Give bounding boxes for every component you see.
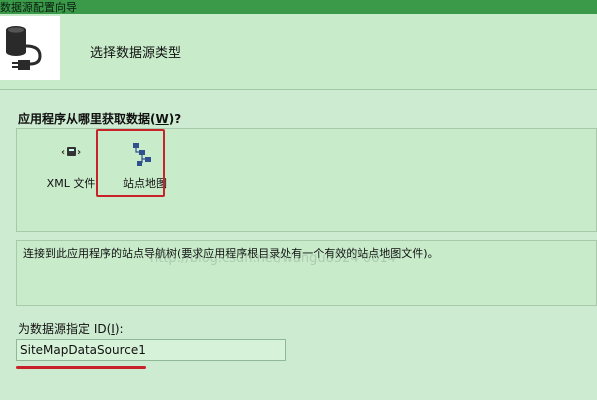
window-title: 数据源配置向导: [0, 1, 77, 14]
source-question-suffix: )?: [168, 112, 182, 126]
svg-text:‹: ‹: [61, 147, 65, 158]
source-question-label: 应用程序从哪里获取数据(W)?: [18, 110, 181, 127]
source-description: 连接到此应用程序的站点导航树(要求应用程序根目录处有一个有效的站点地图文件)。: [23, 247, 439, 260]
source-item-sitemap[interactable]: 站点地图: [113, 137, 177, 197]
source-question-accesskey: W: [155, 112, 169, 126]
xml-file-icon: ‹ ›: [39, 141, 103, 167]
source-item-label: 站点地图: [123, 177, 167, 190]
datasource-id-input[interactable]: [16, 339, 286, 361]
database-plug-icon: [0, 16, 60, 80]
title-bar: 数据源配置向导: [0, 0, 597, 14]
source-question-text: 应用程序从哪里获取数据(: [18, 112, 156, 126]
source-description-box: 连接到此应用程序的站点导航树(要求应用程序根目录处有一个有效的站点地图文件)。: [16, 240, 597, 306]
data-source-list[interactable]: ‹ › XML 文件 站点地图: [16, 128, 597, 232]
source-item-xml[interactable]: ‹ › XML 文件: [39, 137, 103, 197]
wizard-header: 选择数据源类型: [0, 14, 597, 90]
site-map-icon: [113, 141, 177, 167]
annotation-underline: [16, 366, 146, 369]
source-item-label: XML 文件: [46, 177, 96, 190]
datasource-id-label-suffix: ):: [114, 322, 124, 336]
svg-text:›: ›: [77, 147, 81, 158]
page-title: 选择数据源类型: [90, 46, 182, 61]
datasource-id-label-text: 为数据源指定 ID(: [18, 322, 112, 336]
datasource-id-label: 为数据源指定 ID(I):: [18, 320, 124, 337]
